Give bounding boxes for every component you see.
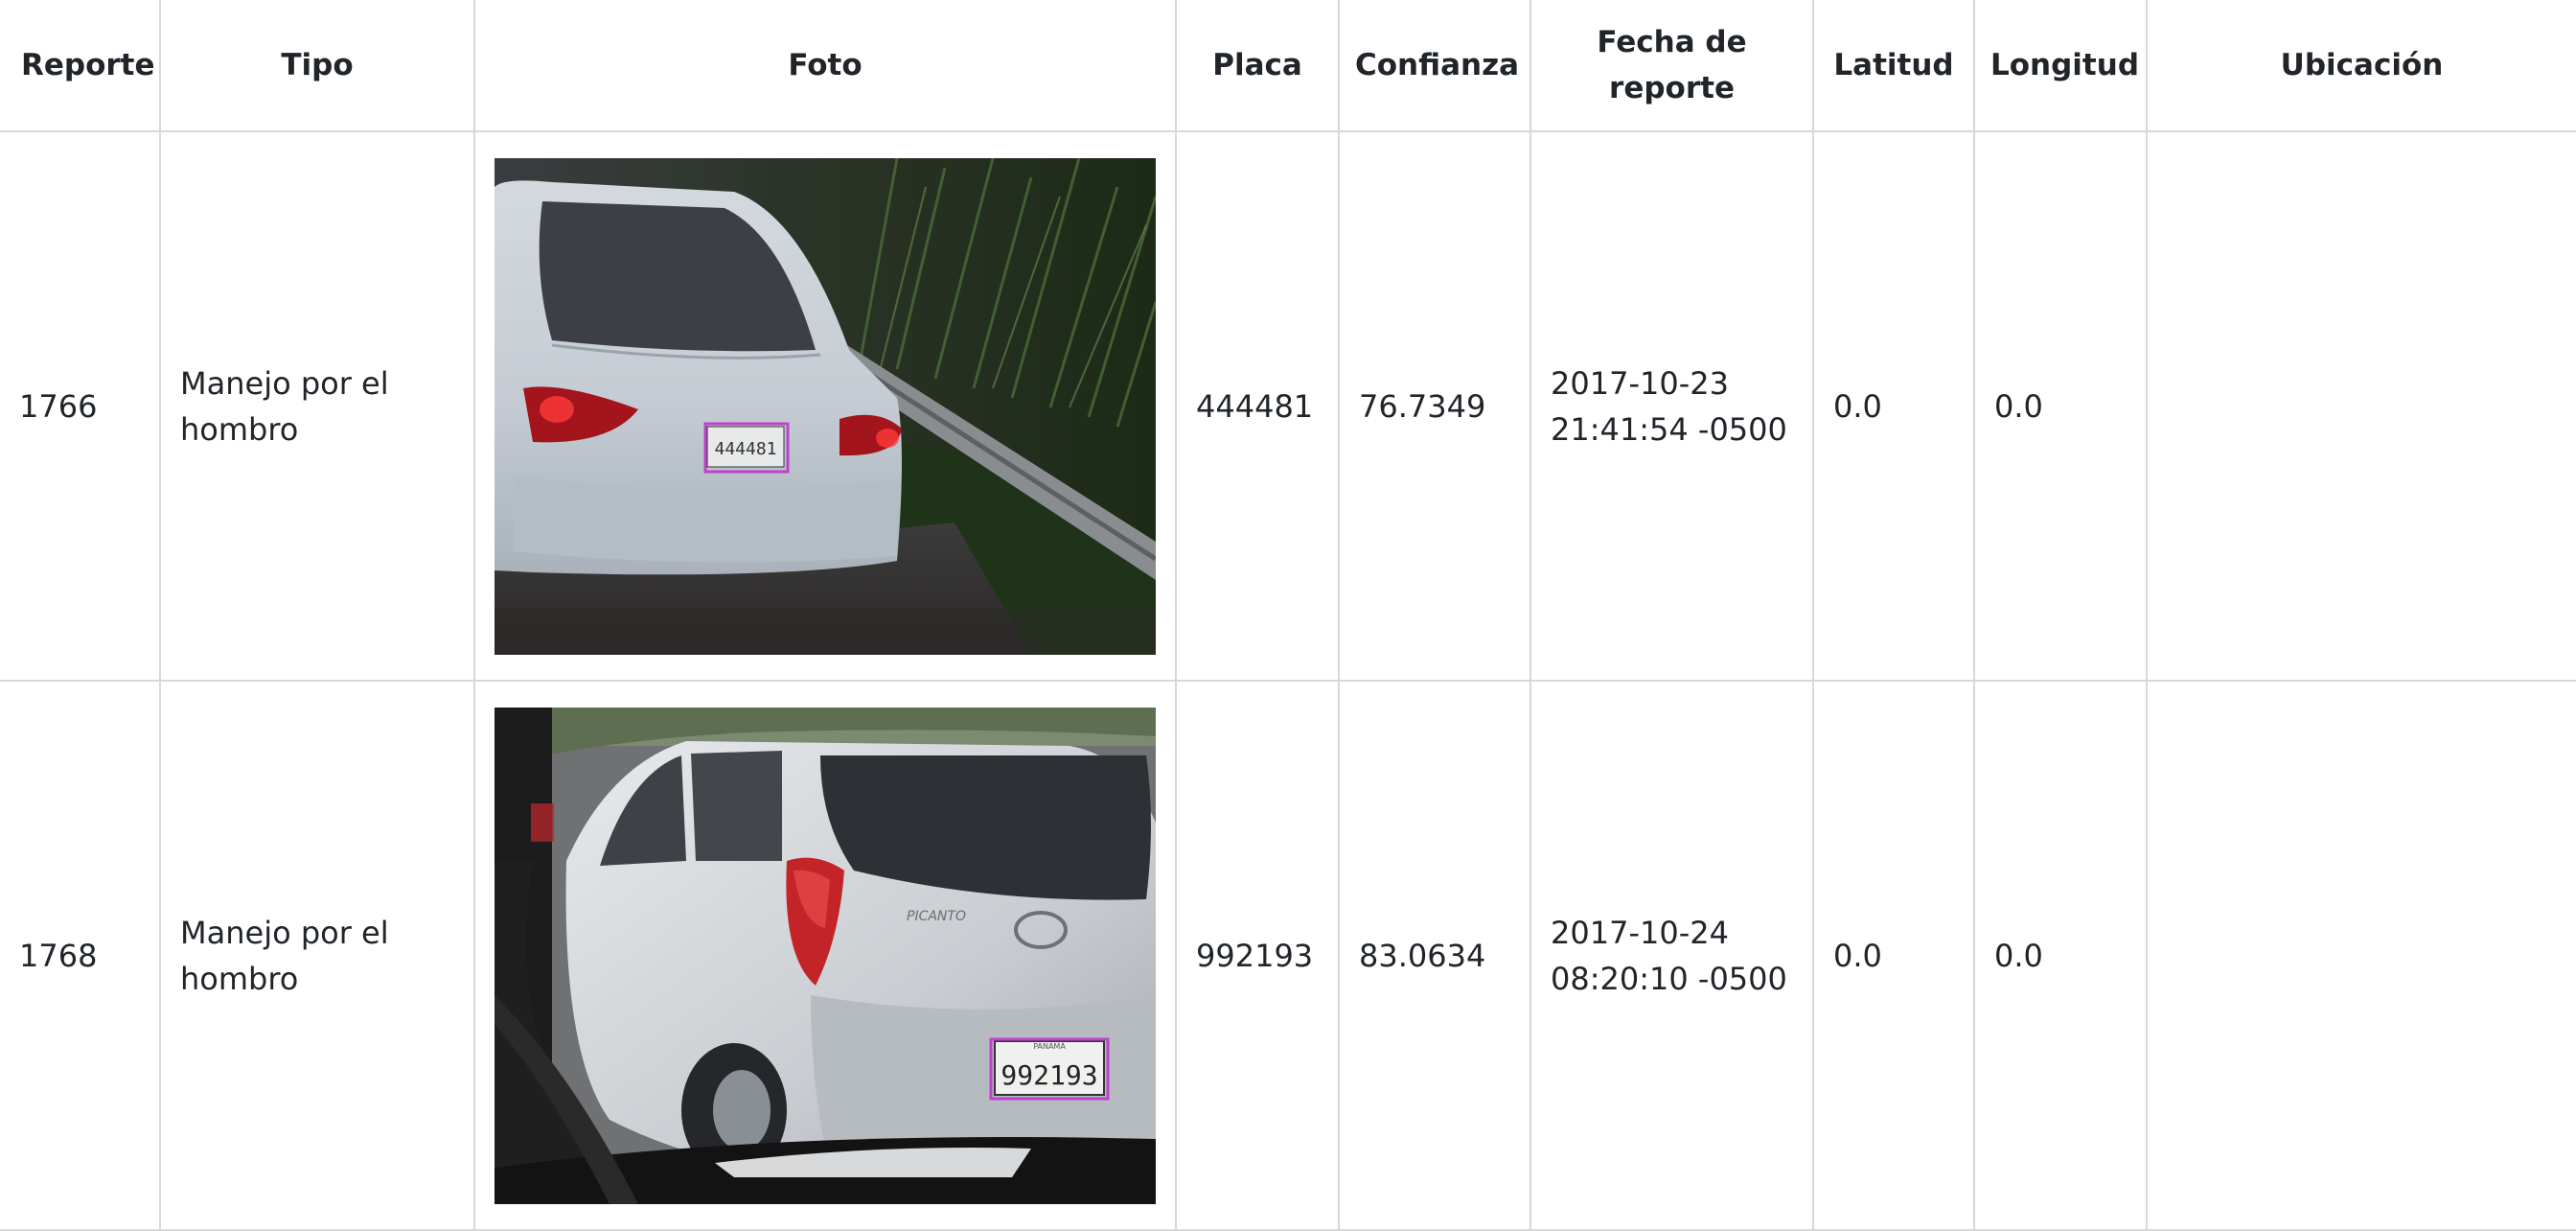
table-row: 1766 Manejo por el hombro 444481 444481 … — [0, 130, 2576, 682]
cell-tipo: Manejo por el hombro — [159, 680, 475, 1231]
cell-tipo: Manejo por el hombro — [159, 130, 475, 682]
header-row: Reporte Tipo Foto Placa Confianza Fecha … — [0, 0, 2576, 132]
header-fecha-line2: reporte — [1609, 71, 1735, 105]
fecha-time: 08:20:10 -0500 — [1551, 960, 1787, 997]
header-confianza[interactable]: Confianza — [1338, 0, 1531, 132]
report-photo[interactable]: 444481 — [494, 157, 1156, 655]
header-foto[interactable]: Foto — [473, 0, 1177, 132]
header-tipo[interactable]: Tipo — [159, 0, 475, 132]
fecha-date: 2017-10-24 — [1551, 914, 1729, 951]
cell-reporte: 1766 — [0, 130, 161, 682]
header-reporte[interactable]: Reporte — [0, 0, 161, 132]
cell-latitud: 0.0 — [1812, 680, 1975, 1231]
header-fecha-line1: Fecha de — [1597, 25, 1747, 59]
cell-confianza: 83.0634 — [1338, 680, 1531, 1231]
photo-badge-text: PICANTO — [907, 909, 966, 924]
cell-placa: 992193 — [1175, 680, 1340, 1231]
table-row: 1768 Manejo por el hombro PICANTO PANAMÁ… — [0, 680, 2576, 1231]
header-latitud[interactable]: Latitud — [1812, 0, 1975, 132]
cell-latitud: 0.0 — [1812, 130, 1975, 682]
fecha-time: 21:41:54 -0500 — [1551, 410, 1787, 448]
cell-placa: 444481 — [1175, 130, 1340, 682]
photo-plate-text: 444481 — [714, 439, 776, 459]
cell-ubicacion — [2146, 680, 2576, 1231]
cell-longitud: 0.0 — [1973, 680, 2148, 1231]
fecha-date: 2017-10-23 — [1551, 364, 1729, 402]
car-photo-sedan: 444481 — [494, 157, 1156, 655]
cell-reporte: 1768 — [0, 680, 161, 1231]
reports-table: Reporte Tipo Foto Placa Confianza Fecha … — [0, 0, 2576, 1231]
report-photo[interactable]: PICANTO PANAMÁ 992193 — [494, 707, 1156, 1204]
header-longitud[interactable]: Longitud — [1973, 0, 2148, 132]
header-fecha[interactable]: Fecha de reporte — [1530, 0, 1814, 132]
car-photo-hatchback: PICANTO PANAMÁ 992193 — [494, 707, 1156, 1204]
photo-plate-text: 992193 — [1000, 1059, 1097, 1091]
cell-fecha: 2017-10-23 21:41:54 -0500 — [1530, 130, 1814, 682]
cell-foto: PICANTO PANAMÁ 992193 — [473, 680, 1177, 1231]
header-ubicacion[interactable]: Ubicación — [2146, 0, 2576, 132]
cell-ubicacion — [2146, 130, 2576, 682]
cell-longitud: 0.0 — [1973, 130, 2148, 682]
photo-plate-caption: PANAMÁ — [1033, 1040, 1066, 1051]
header-placa[interactable]: Placa — [1175, 0, 1340, 132]
cell-confianza: 76.7349 — [1338, 130, 1531, 682]
cell-foto: 444481 — [473, 130, 1177, 682]
cell-fecha: 2017-10-24 08:20:10 -0500 — [1530, 680, 1814, 1231]
